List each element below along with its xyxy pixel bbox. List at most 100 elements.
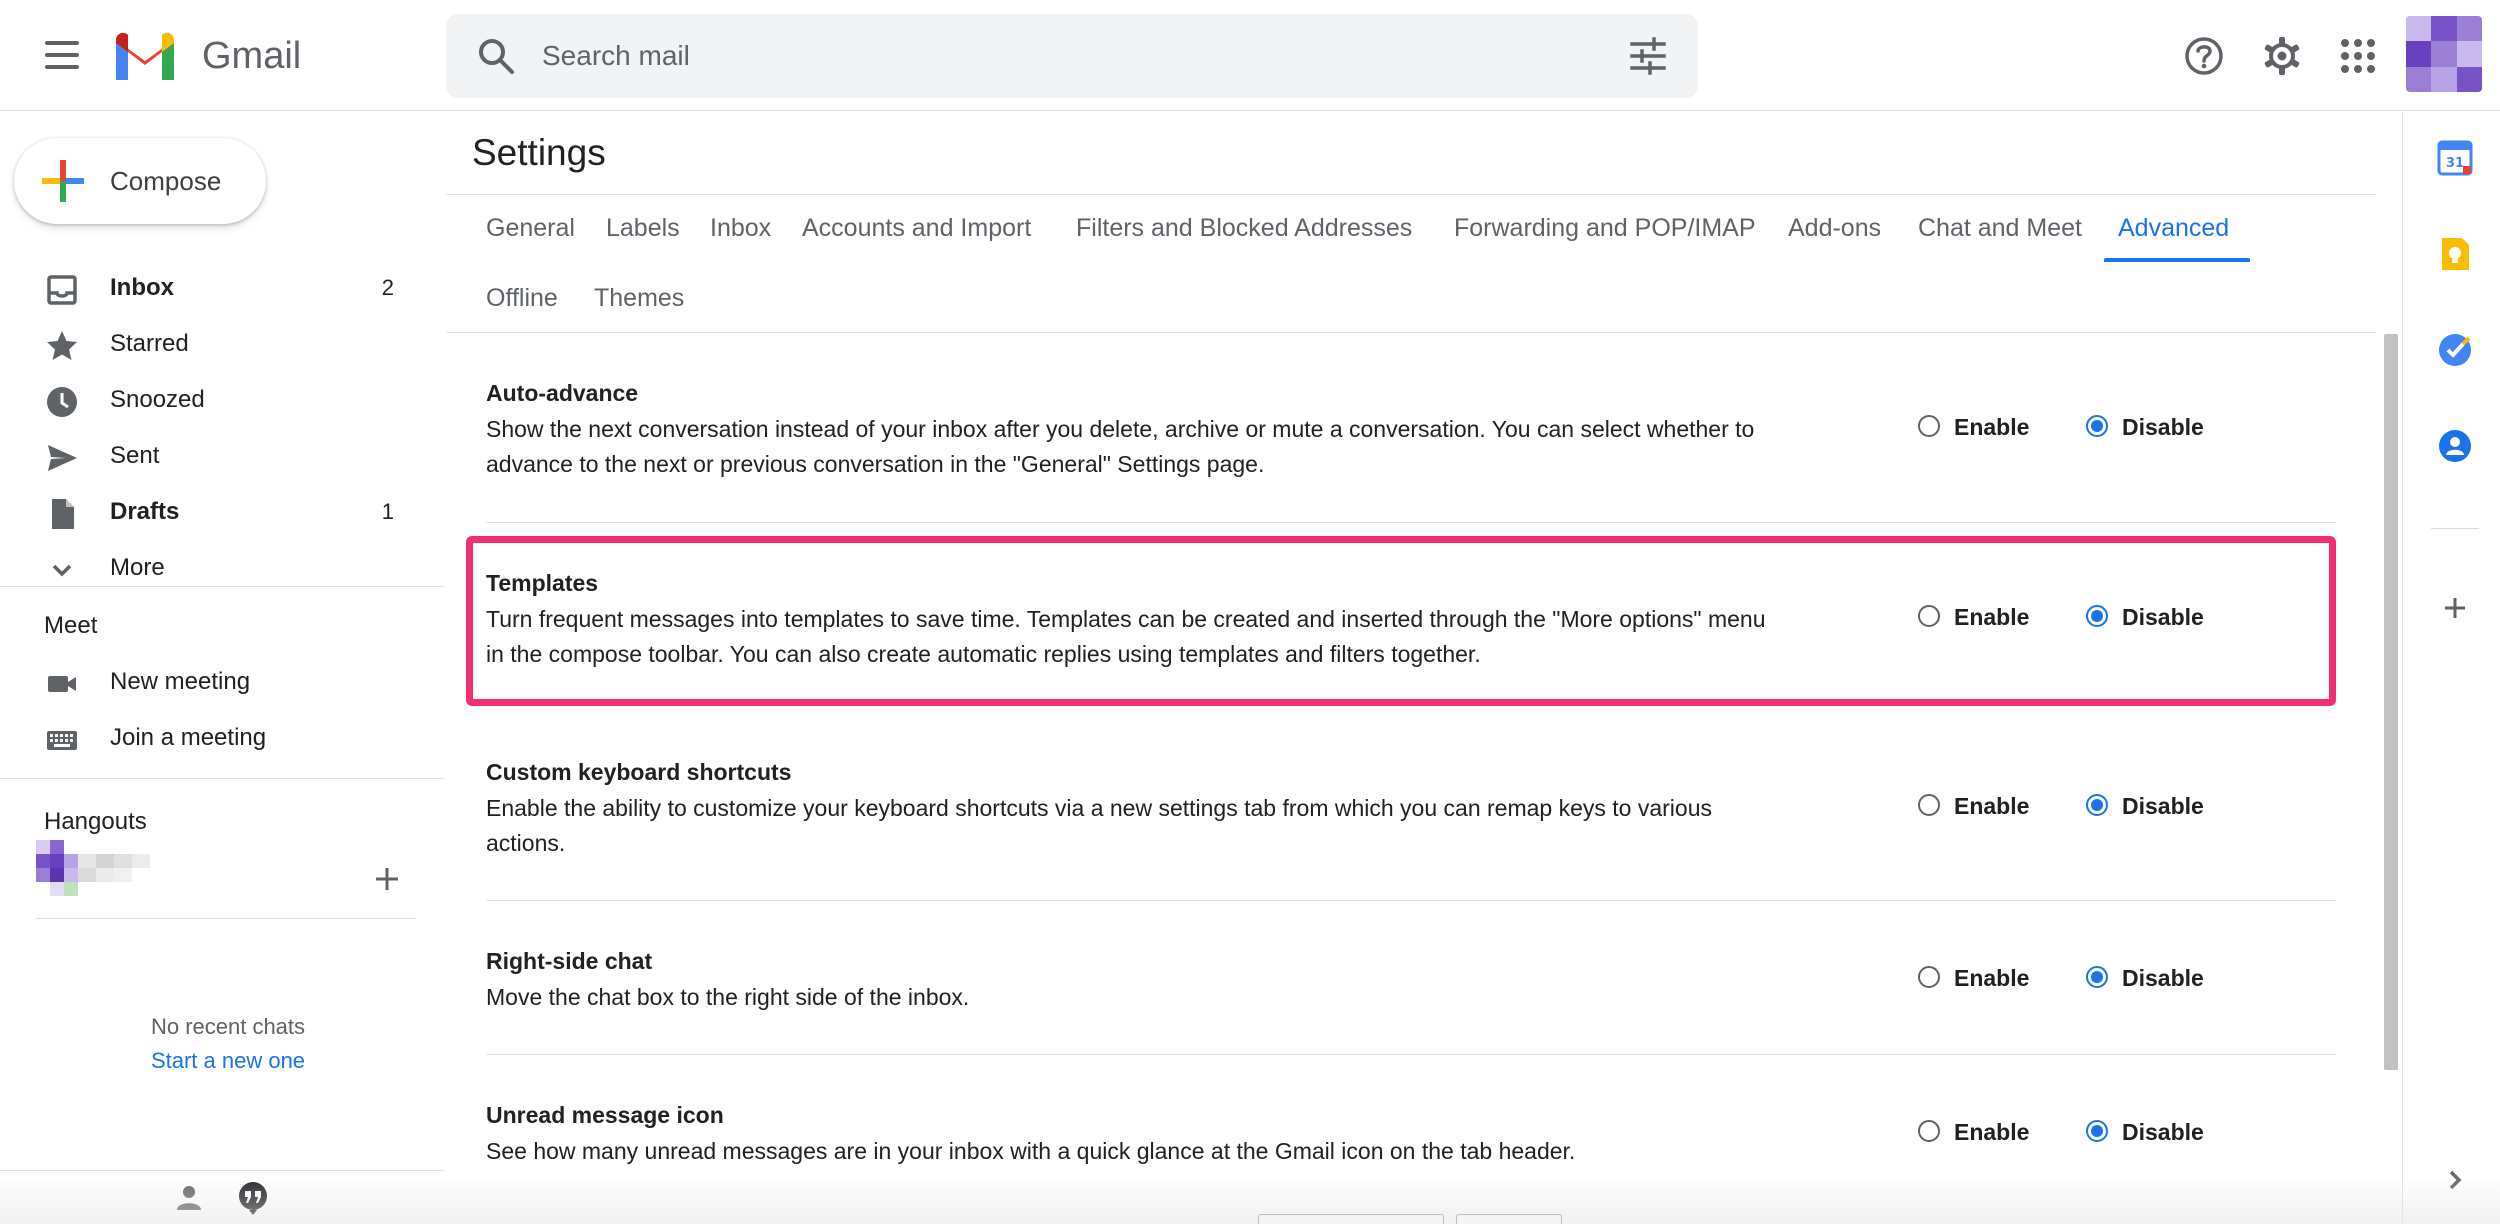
new-meeting-label: New meeting [110, 668, 251, 695]
templates-disable-radio[interactable] [2086, 605, 2108, 627]
cancel-button[interactable] [1456, 1214, 1562, 1224]
setting-description: Enable the ability to customize your key… [486, 795, 1712, 856]
main-menu-icon[interactable] [30, 26, 94, 84]
hangouts-divider [36, 918, 416, 919]
right-chat-enable-radio[interactable] [1918, 966, 1940, 988]
unread-icon-enable-radio[interactable] [1918, 1120, 1940, 1142]
compose-label: Compose [110, 166, 222, 196]
sidebar-bottom-bar [0, 1170, 444, 1224]
contacts-icon[interactable] [2437, 428, 2473, 464]
inbox-icon [47, 275, 77, 305]
draft-file-icon [52, 499, 74, 529]
disable-label[interactable]: Disable [2122, 791, 2204, 821]
calendar-icon[interactable]: 31 [2437, 140, 2473, 176]
setting-name: Right-side chat [486, 948, 653, 974]
tab-themes[interactable]: Themes [594, 282, 684, 314]
setting-description: Turn frequent messages into templates to… [486, 606, 1766, 667]
search-bar[interactable] [446, 14, 1698, 98]
chevron-right-icon[interactable] [2437, 1162, 2473, 1198]
disable-label[interactable]: Disable [2122, 412, 2204, 442]
sidebar-divider [0, 778, 444, 779]
tab-advanced[interactable]: Advanced [2118, 212, 2229, 244]
nav-item-count: 2 [381, 275, 394, 300]
calendar-day-label: 31 [2446, 156, 2464, 171]
settings-main: Settings General Labels Inbox Accounts a… [446, 112, 2382, 1224]
nav-item-more[interactable]: More [0, 540, 444, 596]
top-bar: Gmail [0, 0, 2500, 111]
tab-labels[interactable]: Labels [606, 212, 680, 244]
shortcuts-disable-radio[interactable] [2086, 794, 2108, 816]
disable-label[interactable]: Disable [2122, 1117, 2204, 1147]
nav-item-inbox[interactable]: Inbox 2 [0, 260, 444, 316]
help-icon[interactable] [2182, 34, 2226, 78]
tasks-icon[interactable] [2437, 332, 2473, 368]
gmail-logo-icon[interactable] [112, 30, 178, 82]
tab-inbox[interactable]: Inbox [710, 212, 771, 244]
account-avatar[interactable] [2406, 16, 2482, 92]
disable-label[interactable]: Disable [2122, 602, 2204, 632]
join-meeting-label: Join a meeting [110, 724, 267, 751]
search-input[interactable] [542, 28, 1542, 84]
setting-divider [486, 1054, 2336, 1055]
setting-divider [486, 522, 2336, 523]
nav-item-snoozed[interactable]: Snoozed [0, 372, 444, 428]
hangouts-user-avatar[interactable] [36, 840, 186, 910]
send-icon [48, 445, 77, 471]
side-panel-divider [2431, 528, 2479, 529]
templates-enable-radio[interactable] [1918, 605, 1940, 627]
page-title: Settings [472, 132, 606, 173]
chevron-down-icon [52, 564, 72, 577]
hangouts-section-title: Hangouts [44, 808, 147, 835]
right-chat-disable-radio[interactable] [2086, 966, 2108, 988]
meet-section-title: Meet [44, 612, 98, 639]
tab-forwarding[interactable]: Forwarding and POP/IMAP [1454, 212, 1756, 244]
tab-filters[interactable]: Filters and Blocked Addresses [1076, 212, 1412, 244]
enable-label[interactable]: Enable [1954, 1117, 2029, 1147]
add-hangout-icon[interactable] [372, 864, 402, 894]
video-camera-icon [48, 676, 76, 692]
new-meeting-link[interactable]: New meeting [0, 654, 444, 710]
nav-item-starred[interactable]: Starred [0, 316, 444, 372]
nav-item-drafts[interactable]: Drafts 1 [0, 484, 444, 540]
keyboard-icon [47, 731, 77, 750]
side-apps-panel: 31 [2402, 112, 2500, 1224]
nav-item-label: Inbox [110, 274, 174, 301]
shortcuts-enable-radio[interactable] [1918, 794, 1940, 816]
join-meeting-link[interactable]: Join a meeting [0, 710, 444, 766]
tabs-divider [446, 332, 2376, 333]
person-icon[interactable] [174, 1183, 204, 1213]
auto-advance-enable-radio[interactable] [1918, 415, 1940, 437]
title-divider [446, 194, 2376, 195]
tab-offline[interactable]: Offline [486, 282, 558, 314]
gmail-wordmark: Gmail [202, 35, 302, 77]
nav-item-label: Drafts [110, 498, 180, 525]
tab-addons[interactable]: Add-ons [1788, 212, 1881, 244]
settings-gear-icon[interactable] [2260, 34, 2304, 78]
compose-button[interactable]: Compose [14, 138, 266, 224]
tab-chat-meet[interactable]: Chat and Meet [1918, 212, 2082, 244]
nav-item-sent[interactable]: Sent [0, 428, 444, 484]
enable-label[interactable]: Enable [1954, 963, 2029, 993]
tab-accounts-import[interactable]: Accounts and Import [802, 212, 1031, 244]
save-changes-button[interactable] [1258, 1214, 1444, 1224]
enable-label[interactable]: Enable [1954, 602, 2029, 632]
clock-icon [47, 387, 77, 417]
mail-nav: Inbox 2 Starred Snoozed Sent Drafts 1 Mo… [0, 260, 444, 596]
setting-divider [486, 900, 2336, 901]
add-app-icon[interactable] [2437, 590, 2473, 626]
apps-grid-icon[interactable] [2336, 34, 2380, 78]
start-new-chat-link[interactable]: Start a new one [0, 1048, 456, 1074]
nav-item-label: More [110, 554, 165, 581]
setting-name: Auto-advance [486, 380, 639, 406]
settings-scrollbar[interactable] [2384, 334, 2398, 1070]
search-icon[interactable] [476, 36, 516, 76]
enable-label[interactable]: Enable [1954, 412, 2029, 442]
keep-icon[interactable] [2437, 236, 2473, 272]
tab-general[interactable]: General [486, 212, 575, 244]
hangouts-quote-icon[interactable] [236, 1181, 270, 1215]
disable-label[interactable]: Disable [2122, 963, 2204, 993]
auto-advance-disable-radio[interactable] [2086, 415, 2108, 437]
search-options-icon[interactable] [1628, 36, 1668, 76]
unread-icon-disable-radio[interactable] [2086, 1120, 2108, 1142]
enable-label[interactable]: Enable [1954, 791, 2029, 821]
